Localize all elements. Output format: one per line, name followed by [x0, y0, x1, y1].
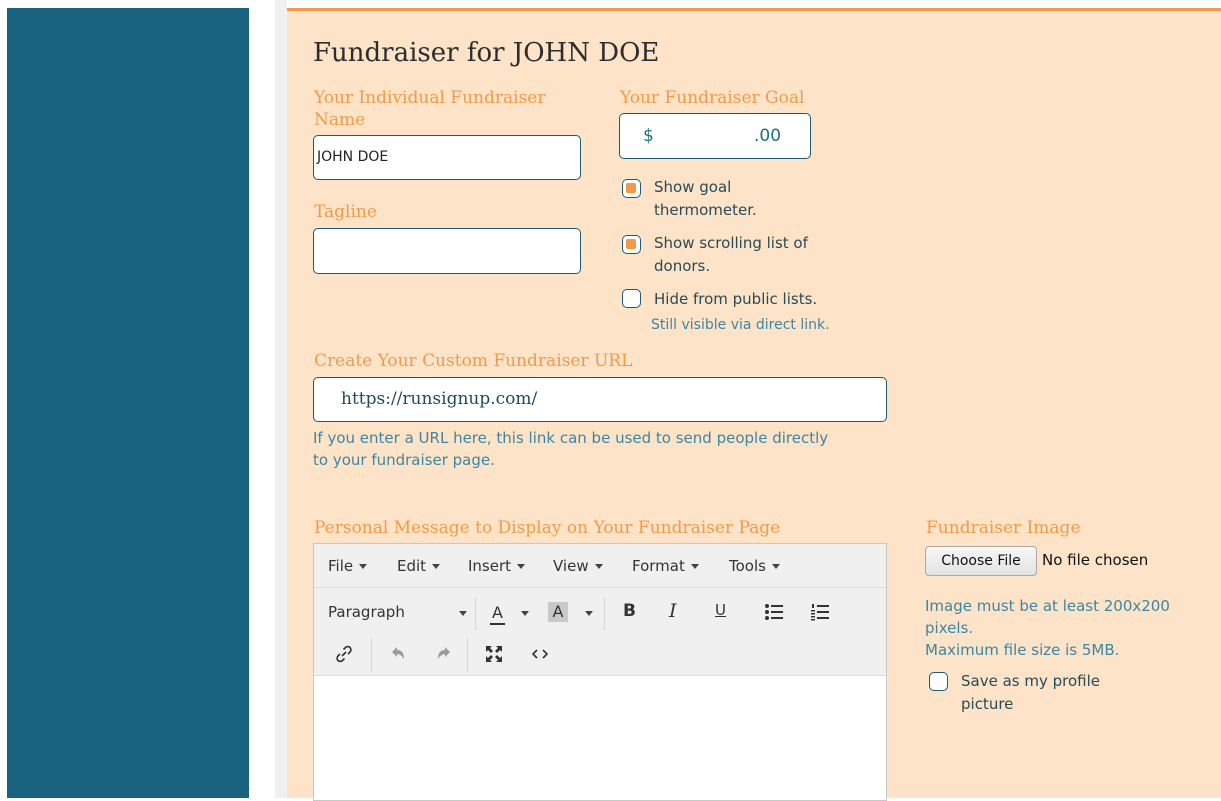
redo-icon [438, 647, 450, 659]
choose-file-button[interactable]: Choose File [925, 546, 1037, 576]
goal-label: Your Fundraiser Goal [620, 88, 805, 108]
block-format-select[interactable]: Paragraph [328, 602, 468, 626]
currency-symbol: $ [643, 126, 654, 146]
show-thermometer-label: Show goal thermometer. [654, 176, 757, 222]
text-color-caret-icon [521, 611, 529, 616]
undo-button[interactable] [388, 644, 408, 664]
left-sidebar [7, 8, 249, 798]
save-profile-label: Save as my profile picture [961, 670, 1100, 716]
link-button[interactable] [334, 644, 354, 664]
text-color-icon: A [492, 603, 503, 622]
menu-format[interactable]: Format [632, 557, 699, 575]
link-icon [336, 645, 352, 663]
hide-public-checkbox[interactable] [622, 289, 641, 308]
undo-icon [392, 647, 404, 659]
custom-url-label: Create Your Custom Fundraiser URL [314, 351, 633, 371]
no-file-text: No file chosen [1042, 551, 1149, 569]
show-donors-checkbox[interactable] [622, 235, 641, 254]
toolbar-divider [475, 597, 476, 631]
name-label: Your Individual Fundraiser Name [314, 87, 545, 131]
block-format-caret-icon [459, 611, 467, 616]
fundraiser-form-panel: Fundraiser for JOHN DOE Your Individual … [287, 8, 1221, 801]
show-thermometer-checkbox[interactable] [622, 179, 641, 198]
menu-file[interactable]: File [328, 557, 367, 575]
numbered-list-icon [811, 604, 829, 621]
bold-button[interactable]: B [623, 601, 636, 621]
show-thermometer-line2: thermometer. [654, 201, 757, 219]
underline-button[interactable]: U [715, 601, 726, 619]
editor-content-area[interactable] [314, 676, 886, 800]
menu-insert[interactable]: Insert [468, 557, 525, 575]
gutter [249, 0, 275, 798]
fundraiser-name-input[interactable]: JOHN DOE [313, 135, 581, 180]
toolbar-divider [467, 638, 468, 672]
hide-public-label: Hide from public lists. [654, 290, 818, 308]
menu-edit[interactable]: Edit [397, 557, 440, 575]
fundraiser-name-value: JOHN DOE [317, 149, 389, 165]
image-size-hint-line1: Image must be at least 200x200 [925, 597, 1170, 615]
editor-menubar: File Edit Insert View Format Tools [314, 544, 886, 588]
editor-toolbar: Paragraph A A B I U [314, 588, 886, 676]
bullet-list-icon [765, 604, 783, 620]
personal-message-label: Personal Message to Display on Your Fund… [314, 518, 781, 538]
image-size-hint-line2: pixels. [925, 619, 974, 637]
hide-public-hint: Still visible via direct link. [651, 317, 830, 333]
block-format-value: Paragraph [328, 603, 405, 621]
show-donors-label: Show scrolling list of donors. [654, 232, 808, 278]
save-profile-line2: picture [961, 695, 1014, 713]
image-size-hint-line3: Maximum file size is 5MB. [925, 641, 1120, 659]
custom-url-hint: If you enter a URL here, this link can b… [313, 427, 828, 471]
tagline-label: Tagline [314, 202, 377, 222]
content-edge [275, 0, 287, 798]
text-color-swatch [490, 623, 505, 625]
rich-text-editor: File Edit Insert View Format Tools Parag… [313, 543, 887, 801]
url-prefix: https://runsignup.com/ [341, 389, 538, 409]
background-color-button[interactable]: A [546, 600, 594, 628]
show-donors-line2: donors. [654, 257, 711, 275]
save-profile-line1: Save as my profile [961, 672, 1100, 690]
toolbar-divider [371, 638, 372, 672]
name-label-line1: Your Individual Fundraiser [314, 88, 546, 108]
goal-cents: .00 [754, 126, 782, 146]
numbered-list-button[interactable] [810, 602, 830, 622]
background-color-icon: A [548, 602, 568, 622]
background-color-caret-icon [585, 611, 593, 616]
goal-amount-input[interactable]: $ .00 [619, 113, 811, 159]
custom-url-hint-line1: If you enter a URL here, this link can b… [313, 429, 829, 447]
text-color-button[interactable]: A [488, 600, 532, 628]
image-size-hint: Image must be at least 200x200 pixels. M… [925, 595, 1170, 661]
fullscreen-button[interactable] [484, 644, 504, 664]
italic-button[interactable]: I [669, 600, 677, 622]
bullet-list-button[interactable] [764, 602, 784, 622]
menu-view[interactable]: View [553, 557, 603, 575]
source-code-button[interactable] [530, 644, 550, 664]
custom-url-hint-line2: to your fundraiser page. [313, 451, 495, 469]
fullscreen-icon [486, 646, 502, 662]
show-thermometer-line1: Show goal [654, 178, 732, 196]
toolbar-divider [604, 597, 605, 631]
page-title: Fundraiser for JOHN DOE [313, 38, 660, 68]
tagline-input[interactable] [313, 228, 581, 274]
show-donors-line1: Show scrolling list of [654, 234, 808, 252]
name-label-line2: Name [314, 110, 366, 130]
menu-tools[interactable]: Tools [729, 557, 780, 575]
code-icon [531, 649, 549, 659]
custom-url-input[interactable]: https://runsignup.com/ [313, 377, 887, 422]
save-profile-checkbox[interactable] [929, 672, 948, 691]
fundraiser-image-label: Fundraiser Image [926, 518, 1081, 538]
redo-button[interactable] [434, 644, 454, 664]
